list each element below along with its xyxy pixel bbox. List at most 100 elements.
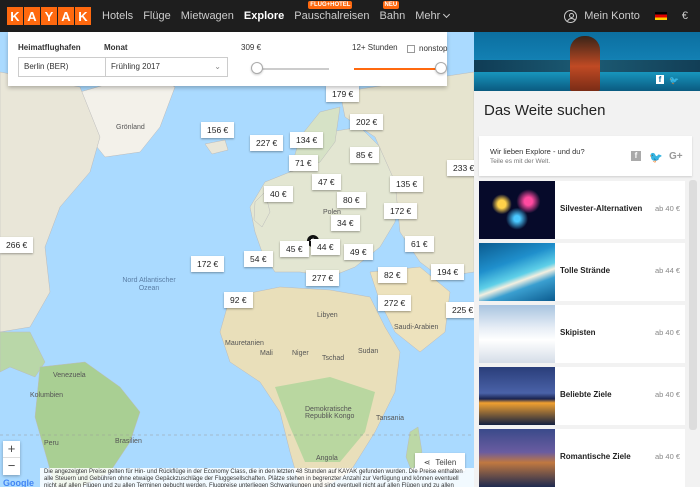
price-pin[interactable]: 277 € [306, 270, 340, 286]
price-pin[interactable]: 80 € [337, 192, 366, 208]
nav-label: Bahn [379, 10, 406, 22]
airport-label: Heimatflughafen [18, 43, 81, 52]
price-pin[interactable]: 44 € [311, 239, 340, 255]
panel-scrollbar[interactable] [689, 180, 697, 430]
price-pin[interactable]: 47 € [312, 174, 341, 190]
price-pin[interactable]: 233 € [447, 160, 474, 176]
hero-banner-image: f 🐦 [474, 32, 700, 91]
price-pin[interactable]: 135 € [390, 176, 424, 192]
kayak-logo[interactable]: K A Y A K [7, 7, 92, 25]
category-straende[interactable]: Tolle Strände ab 44 € [479, 243, 685, 301]
user-icon[interactable] [564, 9, 578, 23]
panel-title: Das Weite suchen [484, 102, 606, 119]
nav-bahn[interactable]: NEU Bahn [379, 0, 406, 32]
map-label: Tschad [322, 355, 345, 362]
nav-label: Explore [243, 10, 285, 22]
price-slider-handle[interactable] [251, 62, 263, 74]
price-pin[interactable]: 172 € [384, 203, 418, 219]
price-pin[interactable]: 49 € [344, 244, 373, 260]
price-pin[interactable]: 179 € [326, 86, 360, 102]
google-logo: Google [3, 478, 34, 487]
price-pin[interactable]: 82 € [378, 267, 407, 283]
nav-mietwagen[interactable]: Mietwagen [181, 0, 234, 32]
price-value: 309 € [241, 43, 262, 52]
map-label: Sudan [358, 348, 379, 355]
category-beliebte-ziele[interactable]: Beliebte Ziele ab 40 € [479, 367, 685, 425]
nav-label: Mehr [415, 10, 441, 22]
price-pin[interactable]: 266 € [0, 237, 34, 253]
share-label: Teilen [435, 457, 457, 467]
share-icon: ⋖ [423, 457, 431, 467]
price-pin[interactable]: 92 € [224, 292, 253, 308]
nav-pauschalreisen[interactable]: FLUG+HOTEL Pauschalreisen [294, 0, 370, 32]
facebook-icon[interactable]: f [631, 151, 641, 161]
main-nav: Hotels Flüge Mietwagen Explore FLUG+HOTE… [102, 0, 459, 32]
price-pin[interactable]: 45 € [280, 241, 309, 257]
map-label: Kolumbien [30, 392, 64, 399]
month-value: Frühling 2017 [111, 62, 160, 71]
map-label: Grönland [116, 124, 145, 131]
account-link[interactable]: Mein Konto [584, 10, 640, 22]
twitter-icon[interactable]: 🐦 [669, 76, 679, 85]
price-pin[interactable]: 85 € [350, 147, 379, 163]
category-skipisten[interactable]: Skipisten ab 40 € [479, 305, 685, 363]
share-question: Wir lieben Explore - und du? [490, 147, 585, 156]
nav-explore[interactable]: Explore [244, 0, 284, 32]
price-pin[interactable]: 71 € [289, 155, 318, 171]
map-label: Mali [260, 350, 273, 357]
price-pin[interactable]: 227 € [250, 135, 284, 151]
price-pin[interactable]: 134 € [290, 132, 324, 148]
facebook-icon[interactable]: f [656, 75, 664, 84]
logo-letter: Y [41, 7, 57, 25]
zoom-out-button[interactable]: − [3, 458, 20, 475]
price-disclaimer: Die angezeigten Preise gelten für Hin- u… [40, 468, 474, 487]
price-pin[interactable]: 54 € [244, 251, 273, 267]
map-label: Venezuela [53, 372, 86, 379]
category-name: Silvester-Alternativen [560, 204, 643, 213]
duration-slider-handle[interactable] [435, 62, 447, 74]
price-pin[interactable]: 194 € [431, 264, 465, 280]
price-pin[interactable]: 34 € [331, 215, 360, 231]
ocean-label: Nord Atlantischer Ozean [118, 277, 180, 293]
nonstop-label[interactable]: nonstop [419, 44, 447, 53]
price-pin[interactable]: 40 € [264, 186, 293, 202]
price-pin[interactable]: 172 € [191, 256, 225, 272]
map-label: Saudi-Arabien [394, 324, 439, 331]
price-pin[interactable]: 225 € [446, 302, 474, 318]
category-silvester[interactable]: Silvester-Alternativen ab 40 € [479, 181, 685, 239]
category-price: ab 40 € [654, 328, 680, 337]
currency-selector[interactable]: € [682, 10, 688, 22]
price-pin[interactable]: 156 € [201, 122, 235, 138]
city-thumbnail [479, 367, 555, 425]
month-select[interactable]: Frühling 2017 ⌄ [105, 57, 228, 77]
price-slider-track[interactable] [253, 68, 329, 70]
nav-hotels[interactable]: Hotels [102, 0, 133, 32]
category-name: Skipisten [560, 328, 596, 337]
map-label: Demokratische Republik Kongo [305, 406, 355, 420]
map-label: Tansania [376, 415, 405, 422]
category-price: ab 40 € [654, 452, 680, 461]
german-flag-icon[interactable] [654, 12, 667, 20]
price-pin[interactable]: 61 € [405, 236, 434, 252]
share-card: Wir lieben Explore - und du? Teile es mi… [479, 136, 692, 176]
logo-letter: K [75, 7, 91, 25]
category-romantische-ziele[interactable]: Romantische Ziele ab 40 € [479, 429, 685, 487]
nav-fluege[interactable]: Flüge [143, 0, 171, 32]
zoom-in-button[interactable]: + [3, 441, 20, 458]
nonstop-checkbox[interactable] [407, 45, 415, 53]
duration-slider-track[interactable] [354, 68, 444, 70]
flug-hotel-badge: FLUG+HOTEL [308, 1, 353, 9]
nav-label: Flüge [143, 10, 171, 22]
nav-mehr[interactable]: Mehr [415, 0, 449, 32]
airport-input[interactable]: Berlin (BER) [18, 57, 106, 77]
month-label: Monat [104, 43, 128, 52]
price-pin[interactable]: 272 € [378, 295, 412, 311]
map-label: Peru [44, 440, 59, 447]
explore-side-panel: f 🐦 Das Weite suchen Wir lieben Explore … [474, 32, 700, 487]
logo-letter: A [24, 7, 40, 25]
fireworks-thumbnail [479, 181, 555, 239]
price-pin[interactable]: 202 € [350, 114, 384, 130]
google-plus-icon[interactable]: G+ [669, 151, 683, 162]
explore-map[interactable]: Grönland Nord Atlantischer Ozean Libyen … [0, 32, 474, 487]
twitter-icon[interactable]: 🐦 [649, 151, 663, 164]
